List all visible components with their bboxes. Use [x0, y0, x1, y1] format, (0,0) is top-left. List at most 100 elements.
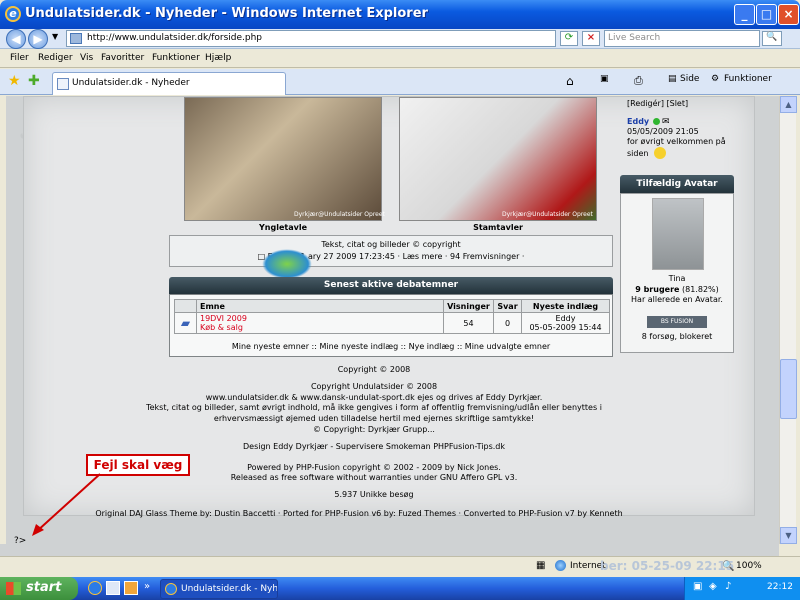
- taskbar: start » Undulatsider.dk - Nyh... ▣ ◈ ♪ 2…: [0, 577, 800, 600]
- content-page: Dyrkjær@Undulatsider Opreet Yngletavle D…: [23, 96, 755, 518]
- forward-icon[interactable]: ▶: [28, 29, 48, 49]
- fusion-logo: BS FUSION: [647, 316, 707, 328]
- avatar-panel: Tina 9 brugere (81.82%) Har allerede en …: [620, 193, 734, 353]
- last-post-user[interactable]: Eddy: [525, 314, 606, 323]
- stamtavler-photo[interactable]: [399, 97, 597, 221]
- tray-volume-icon[interactable]: ♪: [725, 581, 731, 592]
- tray-network-icon[interactable]: ▣: [693, 581, 702, 592]
- tools-gear-icon[interactable]: ⚙: [711, 74, 719, 84]
- table-row[interactable]: ▰ 19DVI 2009 Køb & salg 54 0 Eddy 05-05-…: [174, 312, 610, 334]
- tools-menu-button[interactable]: Funktioner: [724, 74, 772, 84]
- tab-label: Undulatsider.dk - Nyheder: [72, 78, 190, 88]
- add-favorite-icon[interactable]: ✚: [28, 73, 40, 89]
- avatar-name[interactable]: Tina: [621, 274, 733, 283]
- news-footer: Tekst, citat og billeder © copyright □ E…: [169, 235, 613, 267]
- print-icon[interactable]: ⎙: [634, 74, 643, 88]
- replies-cell: 0: [493, 312, 522, 334]
- favorites-star-icon[interactable]: ★: [8, 73, 21, 89]
- scroll-thumb[interactable]: [780, 359, 797, 419]
- close-button[interactable]: ×: [778, 4, 799, 25]
- search-icon[interactable]: 🔍: [762, 31, 782, 46]
- search-input[interactable]: Live Search: [604, 30, 760, 47]
- page-footer: Copyright © 2008 Copyright Undulatsider …: [94, 365, 654, 520]
- quicklaunch-ie-icon[interactable]: [88, 581, 102, 595]
- window-titlebar[interactable]: e Undulatsider.dk - Nyheder - Windows In…: [0, 0, 800, 29]
- footer-design[interactable]: Design Eddy Dyrkjær - Supervisere Smokem…: [94, 442, 654, 453]
- taskbar-window-label: Undulatsider.dk - Nyh...: [181, 584, 278, 594]
- start-button[interactable]: start: [0, 577, 78, 600]
- shout-message-2: siden: [627, 149, 649, 158]
- last-post-date: 05-05-2009 15:44: [529, 323, 602, 332]
- menu-item-favoritter[interactable]: Favoritter: [101, 53, 144, 63]
- col-nyeste: Nyeste indlæg: [521, 299, 610, 313]
- fusion-status: 8 forsøg, blokeret: [641, 332, 713, 341]
- online-status-icon: [653, 118, 660, 125]
- topic-forum[interactable]: Køb & salg: [200, 323, 440, 332]
- shout-user[interactable]: Eddy: [627, 117, 649, 126]
- faded-overlay-text: ber: 05-25-09 22:15: [600, 559, 735, 573]
- news-meta[interactable]: □ Eddy d. 1 ary 27 2009 17:23:45 · Læs m…: [170, 251, 612, 263]
- tray-clock[interactable]: 22:12: [767, 582, 793, 592]
- debate-table: Emne Visninger Svar Nyeste indlæg ▰ 19DV…: [174, 299, 610, 334]
- debate-links[interactable]: Mine nyeste emner :: Mine nyeste indlæg …: [170, 342, 612, 351]
- footer-notice-2: erhvervsmæssigt øjemed uden tilladelse h…: [213, 414, 535, 424]
- tray-shield-icon[interactable]: ◈: [709, 581, 717, 592]
- footer-owner: www.undulatsider.dk & www.dansk-undulat-…: [205, 392, 543, 402]
- footer-notice-1: Tekst, citat og billeder, samt øvrigt in…: [146, 403, 602, 413]
- avatar-users-line: 9 brugere (81.82%): [621, 285, 733, 294]
- zoom-icon[interactable]: 🔍: [722, 561, 734, 572]
- history-dropdown-icon[interactable]: ▼: [52, 32, 58, 41]
- tab-bar: ★ ✚ Undulatsider.dk - Nyheder ⌂ ▣ ⎙ ▤ Si…: [0, 69, 800, 95]
- stop-icon[interactable]: ×: [582, 31, 600, 46]
- refresh-icon[interactable]: ⟳: [560, 31, 578, 46]
- debate-header: Senest aktive debatemner: [169, 277, 613, 294]
- shout-edit-links[interactable]: [Redigér] [Slet]: [627, 99, 688, 108]
- menu-item-rediger[interactable]: Rediger: [38, 53, 73, 63]
- vertical-scrollbar[interactable]: ▲ ▼: [779, 96, 797, 544]
- minimize-button[interactable]: _: [734, 4, 755, 25]
- topic-cell[interactable]: 19DVI 2009 Køb & salg: [196, 312, 444, 334]
- photo-watermark-right: Dyrkjær@Undulatsider Opreet: [502, 211, 593, 218]
- folder-icon: ▰: [174, 312, 197, 334]
- quicklaunch-desktop-icon[interactable]: [106, 581, 120, 595]
- system-tray: ▣ ◈ ♪ 22:12: [684, 577, 800, 600]
- maximize-button[interactable]: □: [756, 4, 777, 25]
- address-url: http://www.undulatsider.dk/forside.php: [87, 33, 262, 43]
- photo-watermark-left: Dyrkjær@Undulatsider Opreet: [294, 211, 385, 218]
- menu-item-funktioner[interactable]: Funktioner: [152, 53, 200, 63]
- topic-link[interactable]: 19DVI 2009: [200, 314, 440, 323]
- status-bar: ▦ Internet ber: 05-25-09 22:15 🔍 100%: [0, 556, 800, 577]
- avatar-image[interactable]: [652, 198, 704, 270]
- back-icon[interactable]: ◀: [6, 29, 26, 49]
- footer-notice-3: © Copyright: Dyrkjær Grupp...: [313, 424, 435, 434]
- debate-table-panel: Emne Visninger Svar Nyeste indlæg ▰ 19DV…: [169, 294, 613, 357]
- tab-nyheder[interactable]: Undulatsider.dk - Nyheder: [52, 72, 286, 95]
- page-menu-button[interactable]: Side: [680, 74, 699, 84]
- mail-icon[interactable]: ✉: [662, 117, 670, 127]
- menu-item-filer[interactable]: Filer: [10, 53, 29, 63]
- budgie-icon: [262, 249, 312, 279]
- footer-visits: 5.937 Unikke besøg: [334, 490, 414, 500]
- ie-icon: e: [5, 6, 21, 22]
- scroll-down-icon[interactable]: ▼: [780, 527, 797, 544]
- right-sidebar: [Redigér] [Slet] Eddy ✉ 05/05/2009 21:05…: [617, 97, 737, 357]
- scroll-up-icon[interactable]: ▲: [780, 96, 797, 113]
- col-emne: Emne: [196, 299, 444, 313]
- menu-item-vis[interactable]: Vis: [80, 53, 93, 63]
- menu-bar: Filer Rediger Vis Favoritter Funktioner …: [0, 50, 800, 68]
- taskbar-window-button[interactable]: Undulatsider.dk - Nyh...: [160, 579, 278, 599]
- zoom-level[interactable]: 100%: [736, 561, 762, 571]
- col-svar: Svar: [493, 299, 522, 313]
- page-icon: [70, 33, 82, 44]
- quicklaunch-app-icon[interactable]: [124, 581, 138, 595]
- home-icon[interactable]: ⌂: [566, 74, 574, 88]
- address-input[interactable]: http://www.undulatsider.dk/forside.php: [66, 30, 556, 47]
- menu-item-hjaelp[interactable]: Hjælp: [205, 53, 231, 63]
- stamtavler-caption: Stamtavler: [473, 223, 523, 232]
- feeds-icon[interactable]: ▣: [600, 74, 609, 84]
- windows-logo-icon: [6, 582, 21, 595]
- yngletavle-photo[interactable]: [184, 97, 382, 221]
- quicklaunch-more-icon[interactable]: »: [144, 581, 150, 592]
- footer-theme: Original DAJ Glass Theme by: Dustin Bacc…: [95, 508, 623, 518]
- page-menu-icon[interactable]: ▤: [668, 74, 677, 84]
